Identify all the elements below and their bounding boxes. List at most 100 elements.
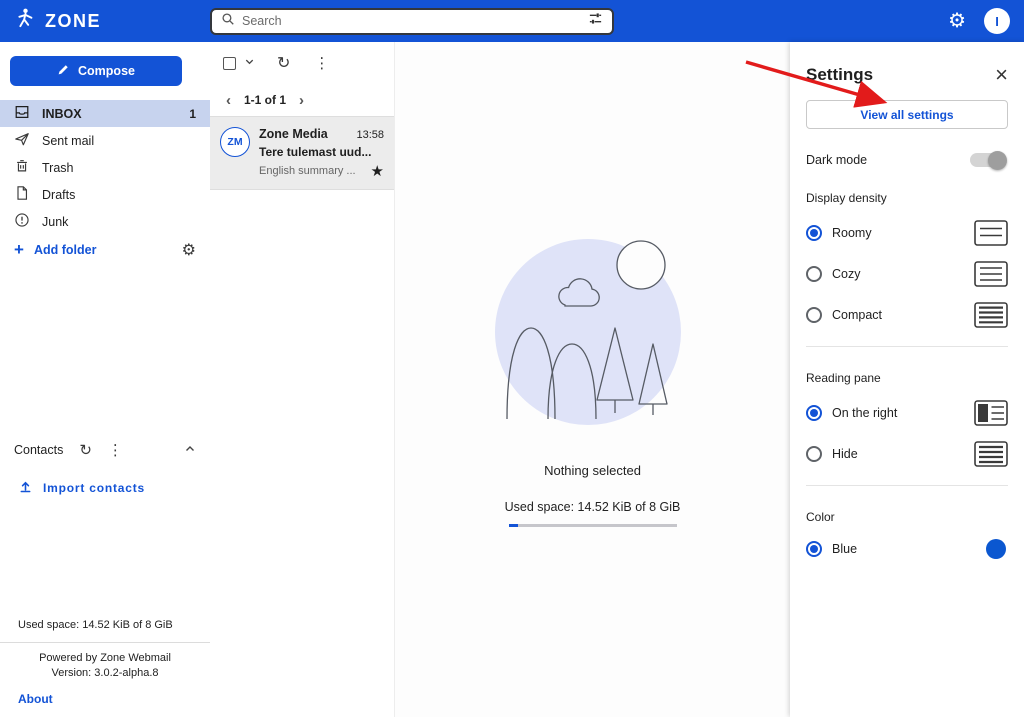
toggle-knob — [988, 150, 1007, 170]
used-space-text: Used space: 14.52 KiB of 8 GiB — [18, 619, 173, 631]
option-label: Compact — [832, 308, 883, 322]
pagination-text: 1-1 of 1 — [244, 93, 287, 107]
divider — [806, 346, 1008, 347]
next-page-icon[interactable]: › — [299, 92, 304, 109]
version-text: Version: 3.0.2-alpha.8 — [51, 667, 159, 679]
blue-color-swatch — [986, 539, 1006, 559]
sender-avatar: ZM — [220, 127, 250, 157]
divider — [0, 642, 210, 643]
sidebar-item-sent[interactable]: Sent mail — [0, 127, 210, 154]
option-label: Roomy — [832, 226, 872, 240]
reading-pane-label: Reading pane — [806, 371, 881, 385]
nothing-selected-text: Nothing selected — [544, 463, 641, 478]
settings-title: Settings — [806, 65, 874, 84]
unread-count-badge: 1 — [189, 106, 196, 121]
add-folder-row: + Add folder ⚙ — [0, 235, 210, 265]
reading-pane-option-right[interactable]: On the right — [806, 400, 1008, 426]
topbar-right: ⚙ I — [948, 8, 1010, 34]
density-option-cozy[interactable]: Cozy — [806, 261, 1008, 287]
density-option-compact[interactable]: Compact — [806, 302, 1008, 328]
color-option-blue[interactable]: Blue — [806, 539, 1008, 559]
compose-pencil-icon — [57, 63, 70, 79]
select-all-checkbox[interactable] — [223, 56, 236, 70]
used-space-text: Used space: 14.52 KiB of 8 GiB — [504, 500, 681, 514]
chevron-up-icon[interactable] — [184, 443, 196, 458]
avatar-initial: I — [995, 13, 999, 29]
star-icon[interactable]: ★ — [371, 162, 384, 180]
avatar-initials: ZM — [227, 136, 243, 148]
reading-pane-option-hide[interactable]: Hide — [806, 441, 1008, 467]
option-label: On the right — [832, 406, 898, 420]
contacts-label: Contacts — [14, 443, 64, 457]
message-list-toolbar: ↻ ⋮ — [210, 42, 394, 84]
option-label: Blue — [832, 542, 858, 556]
pagination: ‹ 1-1 of 1 › — [210, 84, 394, 116]
storage-progress-bar — [508, 524, 677, 527]
brand-name: ZONE — [45, 10, 102, 31]
about-link[interactable]: About — [0, 679, 210, 717]
zone-logo-icon — [14, 7, 37, 35]
email-sender: Zone Media — [259, 127, 328, 141]
refresh-icon[interactable]: ↻ — [277, 53, 290, 73]
sidebar-item-trash[interactable]: Trash — [0, 154, 210, 181]
search-bar[interactable] — [210, 7, 614, 35]
select-dropdown-chevron-icon[interactable] — [244, 54, 255, 72]
folder-label: Junk — [42, 214, 69, 229]
radio-on-the-right[interactable] — [806, 405, 822, 421]
email-summary: Zone Media 13:58 Tere tulemast uud... En… — [259, 127, 384, 180]
upload-icon — [18, 479, 33, 497]
plus-icon[interactable]: + — [14, 240, 24, 260]
radio-compact[interactable] — [806, 307, 822, 323]
settings-panel: Settings × View all settings Dark mode D… — [790, 42, 1024, 717]
add-folder-button[interactable]: Add folder — [34, 243, 97, 257]
sidebar-item-junk[interactable]: Junk — [0, 208, 210, 235]
density-option-roomy[interactable]: Roomy — [806, 220, 1008, 246]
radio-roomy[interactable] — [806, 225, 822, 241]
search-input[interactable] — [242, 14, 581, 28]
dark-mode-row: Dark mode — [806, 150, 1008, 170]
contacts-more-icon[interactable]: ⋮ — [108, 441, 123, 459]
dark-mode-toggle[interactable] — [970, 150, 1007, 170]
message-list: ↻ ⋮ ‹ 1-1 of 1 › ZM Zone Media 13:58 Ter… — [210, 42, 395, 717]
density-cozy-icon — [974, 261, 1008, 287]
option-label: Hide — [832, 447, 858, 461]
folder-label: Trash — [42, 160, 74, 175]
contacts-refresh-icon[interactable]: ↻ — [79, 441, 92, 459]
folder-settings-gear-icon[interactable]: ⚙ — [182, 240, 196, 260]
radio-blue[interactable] — [806, 541, 822, 557]
brand[interactable]: ZONE — [14, 7, 210, 35]
storage-progress-fill — [508, 524, 518, 527]
email-subject: Tere tulemast uud... — [259, 145, 372, 159]
sidebar-item-drafts[interactable]: Drafts — [0, 181, 210, 208]
send-icon — [14, 131, 30, 150]
sidebar-item-inbox[interactable]: INBOX 1 — [0, 100, 210, 127]
dark-mode-label: Dark mode — [806, 153, 868, 167]
color-label: Color — [806, 510, 835, 524]
email-list-item[interactable]: ZM Zone Media 13:58 Tere tulemast uud...… — [210, 116, 394, 190]
radio-hide[interactable] — [806, 446, 822, 462]
density-roomy-icon — [974, 220, 1008, 246]
reading-pane-right-icon — [974, 400, 1008, 426]
more-options-icon[interactable]: ⋮ — [314, 54, 329, 72]
import-contacts-button[interactable]: Import contacts — [0, 479, 210, 497]
powered-by-text: Powered by Zone Webmail — [39, 652, 171, 664]
search-icon — [221, 12, 235, 31]
search-filters-icon[interactable] — [588, 11, 603, 31]
compose-button[interactable]: Compose — [10, 56, 182, 86]
contacts-header: Contacts ↻ ⋮ — [0, 437, 210, 463]
folder-label: Drafts — [42, 187, 76, 202]
option-label: Cozy — [832, 267, 861, 281]
email-time: 13:58 — [356, 129, 384, 141]
divider — [806, 485, 1008, 486]
radio-cozy[interactable] — [806, 266, 822, 282]
prev-page-icon[interactable]: ‹ — [226, 92, 231, 109]
compose-label: Compose — [78, 64, 135, 78]
view-all-settings-button[interactable]: View all settings — [806, 100, 1008, 129]
folder-label: Sent mail — [42, 133, 95, 148]
settings-gear-icon[interactable]: ⚙ — [948, 11, 966, 31]
close-icon[interactable]: × — [995, 64, 1008, 86]
email-snippet: English summary ... — [259, 165, 356, 177]
reading-pane-hide-icon — [974, 441, 1008, 467]
alert-circle-icon — [14, 212, 30, 231]
account-avatar[interactable]: I — [984, 8, 1010, 34]
